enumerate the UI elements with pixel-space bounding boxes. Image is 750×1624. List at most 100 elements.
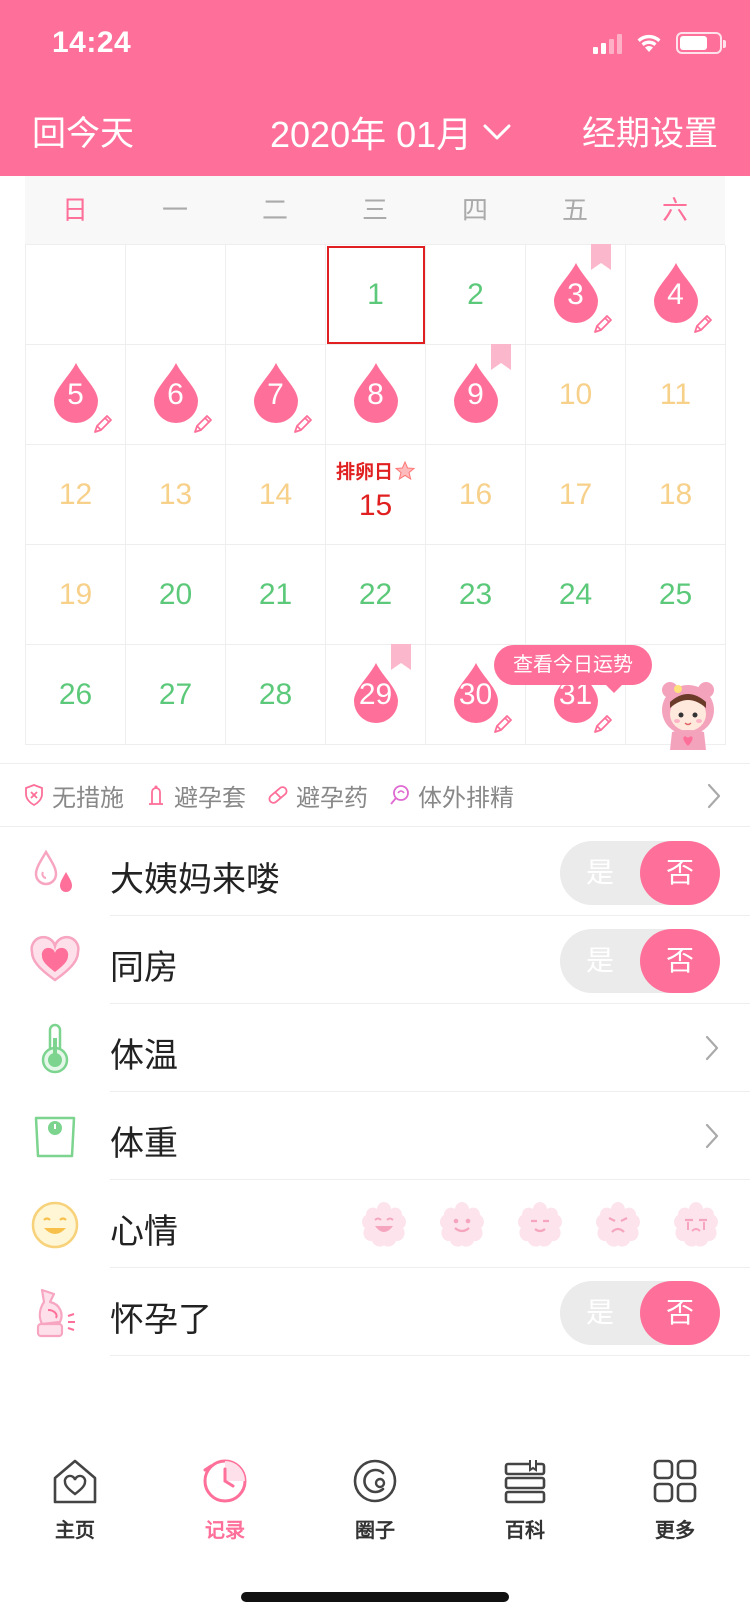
clock-record-icon: [203, 1459, 247, 1503]
tab-record[interactable]: 记录: [150, 1456, 300, 1576]
toggle-no[interactable]: 否: [640, 929, 720, 993]
day-number: 29: [358, 677, 393, 711]
calendar-day-13[interactable]: 13: [126, 445, 226, 545]
weight-row[interactable]: 体重: [0, 1092, 750, 1180]
period-settings-button[interactable]: 经期设置: [582, 106, 718, 155]
day-number: 7: [267, 377, 284, 411]
intimacy-toggle[interactable]: 是 否: [560, 929, 720, 993]
daily-fortune-button[interactable]: 查看今日运势: [494, 645, 652, 693]
toggle-no[interactable]: 否: [640, 841, 720, 905]
tab-label: 主页: [55, 1520, 95, 1542]
day-number: 21: [258, 577, 293, 611]
calendar-day-2[interactable]: 2: [426, 245, 526, 345]
day-number: 19: [58, 577, 93, 611]
day-number: 14: [258, 477, 293, 511]
calendar-day-12[interactable]: 12: [26, 445, 126, 545]
day-number: 1: [367, 277, 384, 311]
day-number: 27: [158, 677, 193, 711]
day-number: 17: [558, 477, 593, 511]
pencil-edit-icon[interactable]: [91, 412, 115, 436]
calendar-day-7[interactable]: 7: [226, 345, 326, 445]
toggle-yes[interactable]: 是: [560, 1281, 640, 1345]
mood-happy-icon[interactable]: [436, 1198, 488, 1250]
calendar-day-21[interactable]: 21: [226, 545, 326, 645]
pencil-edit-icon[interactable]: [191, 412, 215, 436]
calendar-empty-cell: [126, 245, 226, 345]
calendar-day-26[interactable]: 26: [26, 645, 126, 745]
mood-crying-icon[interactable]: [670, 1198, 722, 1250]
tab-home[interactable]: 主页: [0, 1456, 150, 1576]
contraception-row[interactable]: 无措施 避孕套 避孕药 体外排精: [0, 763, 750, 827]
calendar-day-25[interactable]: 25: [626, 545, 726, 645]
calendar-day-6[interactable]: 6: [126, 345, 226, 445]
contraception-condom[interactable]: 避孕套: [144, 778, 246, 813]
tab-more[interactable]: 更多: [600, 1456, 750, 1576]
contraception-withdrawal[interactable]: 体外排精: [388, 778, 514, 813]
bottom-tab-bar: 主页 记录 圈子 百科 更多: [0, 1456, 750, 1576]
toggle-yes[interactable]: 是: [560, 841, 640, 905]
calendar-day-8[interactable]: 8: [326, 345, 426, 445]
day-number: 16: [458, 477, 493, 511]
contraception-label: 避孕药: [296, 784, 368, 812]
tab-label: 圈子: [355, 1520, 395, 1542]
day-number: 22: [358, 577, 393, 611]
calendar-day-5[interactable]: 5: [26, 345, 126, 445]
calendar-day-4[interactable]: 4: [626, 245, 726, 345]
calendar-day-20[interactable]: 20: [126, 545, 226, 645]
calendar-day-11[interactable]: 11: [626, 345, 726, 445]
calendar-day-17[interactable]: 17: [526, 445, 626, 545]
thermometer-icon: [41, 1023, 69, 1074]
calendar-day-22[interactable]: 22: [326, 545, 426, 645]
calendar-day-24[interactable]: 24: [526, 545, 626, 645]
month-picker[interactable]: 2020年 01月: [270, 106, 512, 158]
back-to-today-button[interactable]: 回今天: [32, 106, 134, 155]
pencil-edit-icon[interactable]: [691, 312, 715, 336]
pencil-edit-icon[interactable]: [591, 712, 615, 736]
calendar-day-19[interactable]: 19: [26, 545, 126, 645]
weekday-label: 四: [461, 195, 488, 225]
contraception-pill[interactable]: 避孕药: [266, 778, 368, 813]
calendar-day-3[interactable]: 3: [526, 244, 626, 345]
calendar-day-28[interactable]: 28: [226, 645, 326, 745]
mood-smile-icon[interactable]: [514, 1198, 566, 1250]
calendar-day-16[interactable]: 16: [426, 445, 526, 545]
calendar-day-23[interactable]: 23: [426, 545, 526, 645]
weekday-label: 一: [161, 195, 188, 225]
toggle-yes[interactable]: 是: [560, 929, 640, 993]
pencil-edit-icon[interactable]: [591, 312, 615, 336]
period-label: 大姨妈来喽: [110, 861, 280, 899]
tab-community[interactable]: 圈子: [300, 1456, 450, 1576]
calendar-empty-cell: [226, 245, 326, 345]
day-number: 13: [158, 477, 193, 511]
contraception-none[interactable]: 无措施: [22, 778, 124, 813]
calendar-day-14[interactable]: 14: [226, 445, 326, 545]
day-number: 6: [167, 377, 184, 411]
contraception-label: 避孕套: [174, 784, 246, 812]
home-indicator[interactable]: [241, 1592, 509, 1602]
temperature-label: 体温: [110, 1037, 178, 1075]
temperature-row[interactable]: 体温: [0, 1004, 750, 1092]
day-number: 5: [67, 377, 84, 411]
pencil-edit-icon[interactable]: [291, 412, 315, 436]
pencil-edit-icon[interactable]: [491, 712, 515, 736]
calendar-day-15[interactable]: 排卵日 15: [326, 445, 426, 545]
calendar-day-1[interactable]: 1: [326, 245, 426, 345]
period-row: 大姨妈来喽 是 否: [0, 828, 750, 916]
bookmark-ribbon-icon: [391, 644, 411, 670]
mood-sad-icon[interactable]: [592, 1198, 644, 1250]
tab-encyclopedia[interactable]: 百科: [450, 1456, 600, 1576]
weekday-label: 三: [361, 195, 388, 225]
calendar-day-10[interactable]: 10: [526, 345, 626, 445]
mood-very-happy-icon[interactable]: [358, 1198, 410, 1250]
calendar-day-9[interactable]: 9: [426, 344, 526, 445]
calendar-day-18[interactable]: 18: [626, 445, 726, 545]
shield-x-icon: [25, 784, 43, 807]
pregnant-toggle[interactable]: 是 否: [560, 1281, 720, 1345]
calendar-day-27[interactable]: 27: [126, 645, 226, 745]
cellular-signal-icon: [593, 32, 622, 54]
calendar-day-29[interactable]: 29: [326, 644, 426, 745]
period-toggle[interactable]: 是 否: [560, 841, 720, 905]
mascot-girl-icon[interactable]: [656, 680, 720, 752]
toggle-no[interactable]: 否: [640, 1281, 720, 1345]
pregnancy-icon: [36, 1288, 75, 1338]
